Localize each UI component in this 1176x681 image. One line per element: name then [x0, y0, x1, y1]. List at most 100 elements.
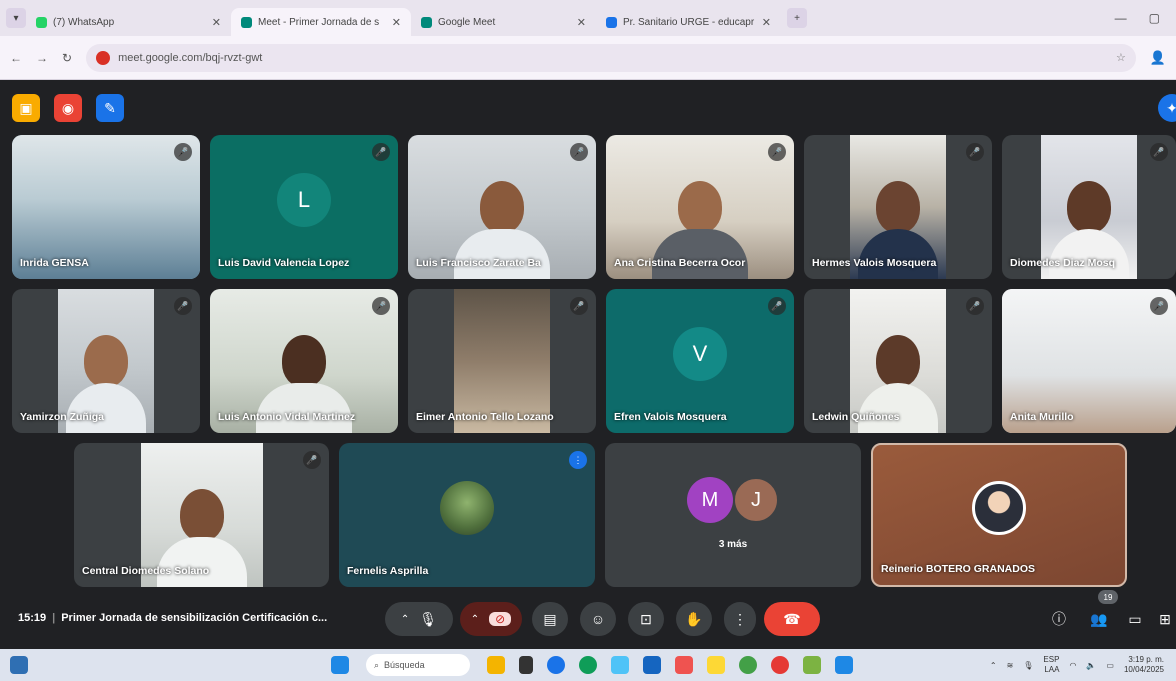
browser-tab-whatsapp[interactable]: (7) WhatsApp ✕	[26, 8, 231, 36]
people-button[interactable]: 👥	[1088, 608, 1110, 630]
participant-name: Luis Francisco Zarate Ba	[416, 257, 541, 269]
reload-icon[interactable]: ↻	[62, 51, 72, 65]
participant-tile[interactable]: 🎤 Inrida GENSA	[12, 135, 200, 279]
battery-icon[interactable]: ▭	[1106, 661, 1114, 670]
activities-panel-button[interactable]: ⊞	[1154, 608, 1176, 630]
store-icon[interactable]	[643, 656, 661, 674]
file-explorer-icon[interactable]	[487, 656, 505, 674]
task-view-icon[interactable]	[519, 656, 533, 674]
microphone-button[interactable]: ⌃ 🎙	[385, 602, 453, 636]
avatar	[440, 481, 494, 535]
close-tab-icon[interactable]: ✕	[762, 16, 771, 29]
notes-button[interactable]: ✎	[96, 94, 124, 122]
participant-count: 19	[1103, 592, 1113, 602]
chrome-icon[interactable]	[739, 656, 757, 674]
tab-label: Pr. Sanitario URGE - educapr	[623, 16, 755, 28]
leave-call-button[interactable]: ☎	[764, 602, 820, 636]
back-arrow-icon[interactable]: ←	[10, 51, 22, 65]
chat-button[interactable]: ▭	[1124, 608, 1146, 630]
companion-button[interactable]: ✦	[1158, 94, 1176, 122]
participant-tile[interactable]: 🎤 Ana Cristina Becerra Ocor	[606, 135, 794, 279]
window-controls: — ▢	[1115, 11, 1176, 25]
participant-tile[interactable]: 🎤 Hermes Valois Mosquera	[804, 135, 992, 279]
folder-icon[interactable]	[707, 656, 725, 674]
address-bar[interactable]: meet.google.com/bqj-rvzt-gwt ☆	[86, 43, 1136, 72]
more-participants-tile[interactable]: M J 3 más	[605, 443, 861, 587]
wifi-icon[interactable]: ◠	[1069, 661, 1076, 670]
captions-button[interactable]: ▤	[532, 602, 568, 636]
participant-tile[interactable]: Reinerio BOTERO GRANADOS	[871, 443, 1127, 587]
camera-button[interactable]: ⌃ ⊘	[460, 602, 522, 636]
participant-tile[interactable]: ⋮ Fernelis Asprilla	[339, 443, 595, 587]
microphone-icon: 🎙	[419, 610, 438, 627]
edge-icon[interactable]	[579, 656, 597, 674]
minimize-button[interactable]: —	[1115, 11, 1127, 25]
browser-tab-educapr[interactable]: Pr. Sanitario URGE - educapr ✕	[596, 8, 781, 36]
start-menu-icon[interactable]	[331, 656, 349, 674]
participant-tile[interactable]: 🎤 Yamirzon Zuñiga	[12, 289, 200, 433]
camera-off-icon: ⊘	[489, 612, 512, 626]
taskbar-search[interactable]: ⌕ Búsqueda	[366, 654, 470, 676]
participant-tile[interactable]: 🎤 Central Diomedes Solano	[74, 443, 329, 587]
record-icon: ◉	[61, 99, 75, 116]
more-vert-icon: ⋮	[733, 610, 747, 627]
mic-tray-icon[interactable]: 🎙	[1023, 661, 1033, 670]
search-placeholder: Búsqueda	[384, 660, 425, 670]
present-button[interactable]: ⊡	[628, 602, 664, 636]
activities-button[interactable]: ▣	[12, 94, 40, 122]
meeting-info-button[interactable]: ⓘ	[1048, 608, 1070, 630]
close-tab-icon[interactable]: ✕	[577, 16, 586, 29]
participant-name: Luis David Valencia Lopez	[218, 257, 350, 269]
outlook-icon[interactable]	[835, 656, 853, 674]
close-tab-icon[interactable]: ✕	[392, 16, 401, 29]
chevron-up-icon[interactable]: ⌃	[990, 661, 997, 670]
reactions-button[interactable]: ☺	[580, 602, 616, 636]
mic-muted-icon: 🎤	[966, 143, 984, 161]
participant-name: Ledwin Quiñones	[812, 411, 900, 423]
bookmark-star-icon[interactable]: ☆	[1116, 51, 1126, 64]
participant-name: Anita Murillo	[1010, 411, 1074, 423]
chrome-profile-icon[interactable]	[771, 656, 789, 674]
tab-search-button[interactable]: ▾	[6, 8, 26, 28]
search-app-icon[interactable]	[547, 656, 565, 674]
maximize-button[interactable]: ▢	[1149, 11, 1160, 25]
more-options-button[interactable]: ⋮	[724, 602, 756, 636]
volume-icon[interactable]: 🔈	[1086, 661, 1096, 670]
participant-tile[interactable]: 🎤 Diomedes Diaz Mosq	[1002, 135, 1176, 279]
chevron-up-icon[interactable]: ⌃	[471, 614, 479, 625]
network-icon[interactable]: ≋	[1007, 661, 1014, 670]
mic-muted-icon: 🎤	[966, 297, 984, 315]
participant-tile[interactable]: 🎤 Anita Murillo	[1002, 289, 1176, 433]
avatar: L	[277, 173, 331, 227]
avatar-letter: M	[701, 488, 719, 511]
close-tab-icon[interactable]: ✕	[212, 16, 221, 29]
browser-tab-bar: ▾ (7) WhatsApp ✕ Meet - Primer Jornada d…	[0, 0, 1176, 36]
participant-tile[interactable]: 🎤 Eimer Antonio Tello Lozano	[408, 289, 596, 433]
whatsapp-icon	[36, 16, 47, 28]
forward-arrow-icon[interactable]: →	[36, 51, 48, 65]
browser-tab-meet[interactable]: Meet - Primer Jornada de s ✕	[231, 8, 411, 36]
site-icon	[606, 16, 617, 28]
widgets-icon[interactable]	[10, 656, 28, 674]
participant-tile[interactable]: 🎤 Luis Antonio Vidal Martinez	[210, 289, 398, 433]
participant-tile[interactable]: V 🎤 Efren Valois Mosquera	[606, 289, 794, 433]
participant-name: Hermes Valois Mosquera	[812, 257, 937, 269]
recording-button[interactable]: ◉	[54, 94, 82, 122]
chevron-up-icon[interactable]: ⌃	[401, 614, 409, 625]
participant-tile[interactable]: 🎤 Luis Francisco Zarate Ba	[408, 135, 596, 279]
taskbar-clock[interactable]: 3:19 p. m. 10/04/2025	[1124, 655, 1164, 675]
participant-tile[interactable]: 🎤 Ledwin Quiñones	[804, 289, 992, 433]
participant-name: Eimer Antonio Tello Lozano	[416, 411, 554, 423]
new-tab-button[interactable]: +	[787, 8, 807, 28]
browser-tab-google-meet[interactable]: Google Meet ✕	[411, 8, 596, 36]
participant-tile[interactable]: L 🎤 Luis David Valencia Lopez	[210, 135, 398, 279]
site-info-icon[interactable]	[96, 50, 111, 65]
profile-icon[interactable]: 👤	[1150, 50, 1166, 66]
app-icon[interactable]	[803, 656, 821, 674]
mic-muted-icon: 🎤	[768, 143, 786, 161]
raise-hand-button[interactable]: ✋	[676, 602, 712, 636]
app-icon[interactable]	[675, 656, 693, 674]
language-indicator[interactable]: ESP LAA	[1043, 655, 1059, 675]
emoji-icon: ☺	[590, 611, 606, 627]
teams-icon[interactable]	[611, 656, 629, 674]
